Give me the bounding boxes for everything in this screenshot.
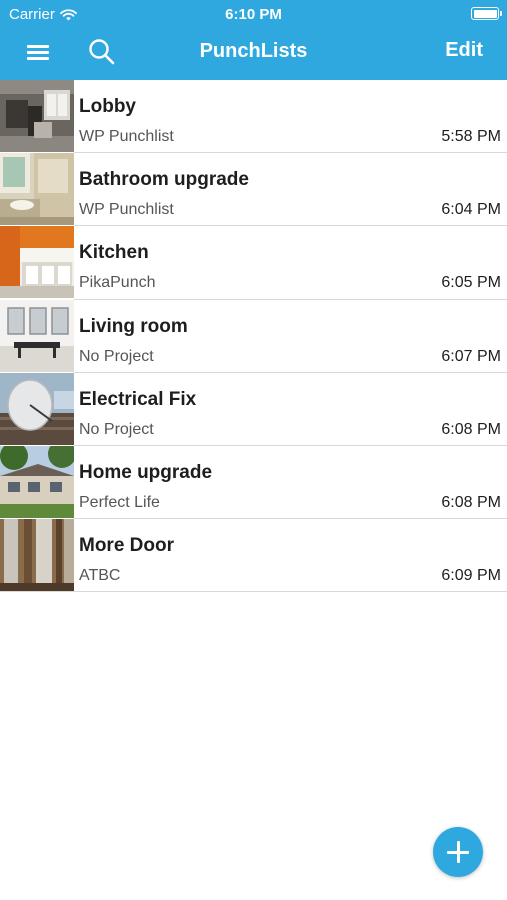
punchlist-row-more-door[interactable]: More Door ATBC 6:09 PM: [0, 519, 507, 593]
living-room-thumbnail: [0, 299, 74, 372]
punchlist-time: 5:58 PM: [441, 128, 501, 145]
punchlist-time: 6:08 PM: [441, 493, 501, 511]
battery-icon: [471, 7, 502, 20]
electrical-thumbnail: [0, 372, 74, 445]
punchlist-project: ATBC: [79, 567, 121, 585]
punchlist-title: Living room: [79, 315, 188, 337]
status-time: 6:10 PM: [225, 6, 282, 23]
door-thumbnail: [0, 519, 74, 592]
punchlist-project: WP Punchlist: [79, 128, 174, 145]
punchlist-title: Kitchen: [79, 242, 149, 264]
punchlist-time: 6:05 PM: [441, 274, 501, 292]
punchlist-time: 6:09 PM: [441, 567, 501, 585]
lobby-thumbnail: [0, 80, 74, 152]
punchlist-title: Electrical Fix: [79, 388, 197, 410]
nav-bar: PunchLists Edit: [0, 28, 507, 80]
page-title: PunchLists: [199, 40, 308, 62]
punchlist-list: Lobby WP Punchlist 5:58 PM Bathroom upgr…: [0, 80, 507, 593]
kitchen-thumbnail: [0, 226, 74, 299]
punchlist-time: 6:04 PM: [441, 201, 501, 219]
punchlist-project: PikaPunch: [79, 274, 156, 292]
punchlist-title: Home upgrade: [79, 461, 213, 483]
add-punchlist-button[interactable]: [433, 827, 483, 877]
punchlist-row-lobby[interactable]: Lobby WP Punchlist 5:58 PM: [0, 80, 507, 154]
punchlist-row-living-room[interactable]: Living room No Project 6:07 PM: [0, 299, 507, 373]
punchlist-row-electrical-fix[interactable]: Electrical Fix No Project 6:08 PM: [0, 372, 507, 446]
status-bar: Carrier 6:10 PM: [0, 0, 507, 28]
punchlist-project: No Project: [79, 420, 154, 438]
row-divider: [0, 591, 507, 593]
punchlist-project: No Project: [79, 347, 154, 365]
punchlist-row-home-upgrade[interactable]: Home upgrade Perfect Life 6:08 PM: [0, 445, 507, 520]
app-header: Carrier 6:10 PM PunchLists Edit: [0, 0, 507, 80]
punchlist-title: Lobby: [79, 96, 136, 117]
punchlist-time: 6:08 PM: [441, 420, 501, 438]
punchlist-title: Bathroom upgrade: [79, 169, 249, 191]
punchlist-row-bathroom-upgrade[interactable]: Bathroom upgrade WP Punchlist 6:04 PM: [0, 153, 507, 227]
punchlist-project: Perfect Life: [79, 493, 160, 511]
punchlist-title: More Door: [79, 535, 174, 557]
punchlist-row-kitchen[interactable]: Kitchen PikaPunch 6:05 PM: [0, 226, 507, 300]
punchlist-time: 6:07 PM: [441, 347, 501, 365]
edit-button[interactable]: Edit: [445, 39, 483, 62]
bathroom-thumbnail: [0, 153, 74, 226]
home-upgrade-thumbnail: [0, 445, 74, 518]
punchlist-project: WP Punchlist: [79, 201, 174, 219]
